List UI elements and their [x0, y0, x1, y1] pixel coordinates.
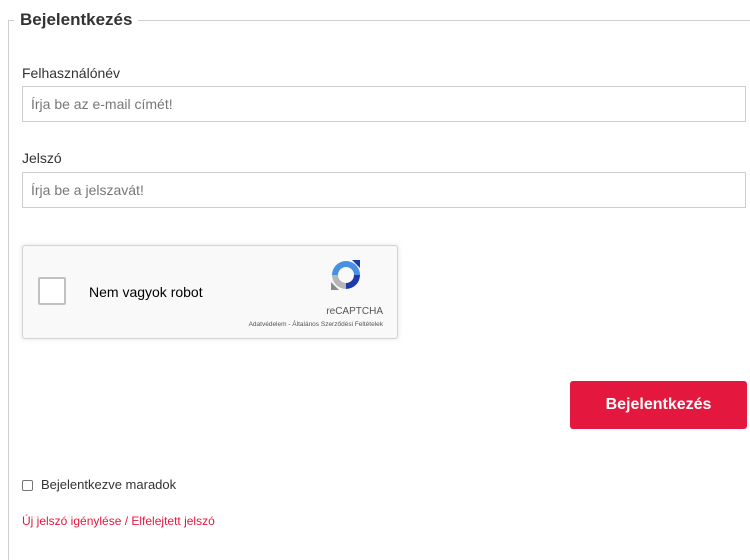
- login-legend: Bejelentkezés: [14, 8, 139, 32]
- forgot-password-link[interactable]: Új jelszó igénylése / Elfelejtett jelszó: [22, 513, 215, 529]
- recaptcha-widget: Nem vagyok robot reCAPTCHA Adatvédelem -…: [22, 245, 398, 339]
- recaptcha-brand: reCAPTCHA: [326, 306, 383, 317]
- recaptcha-links[interactable]: Adatvédelem - Általános Szerződési Felté…: [249, 321, 383, 329]
- remember-me-checkbox[interactable]: [22, 479, 33, 491]
- recaptcha-logo-icon: [331, 260, 360, 290]
- password-input[interactable]: [22, 172, 746, 208]
- username-input[interactable]: [22, 86, 746, 122]
- recaptcha-label: Nem vagyok robot: [89, 284, 203, 300]
- login-button[interactable]: Bejelentkezés: [570, 381, 747, 429]
- password-label: Jelszó: [22, 150, 62, 166]
- username-label: Felhasználónév: [22, 65, 121, 81]
- remember-me: Bejelentkezve maradok: [22, 477, 176, 493]
- recaptcha-checkbox[interactable]: [38, 277, 66, 305]
- remember-me-label: Bejelentkezve maradok: [41, 477, 177, 492]
